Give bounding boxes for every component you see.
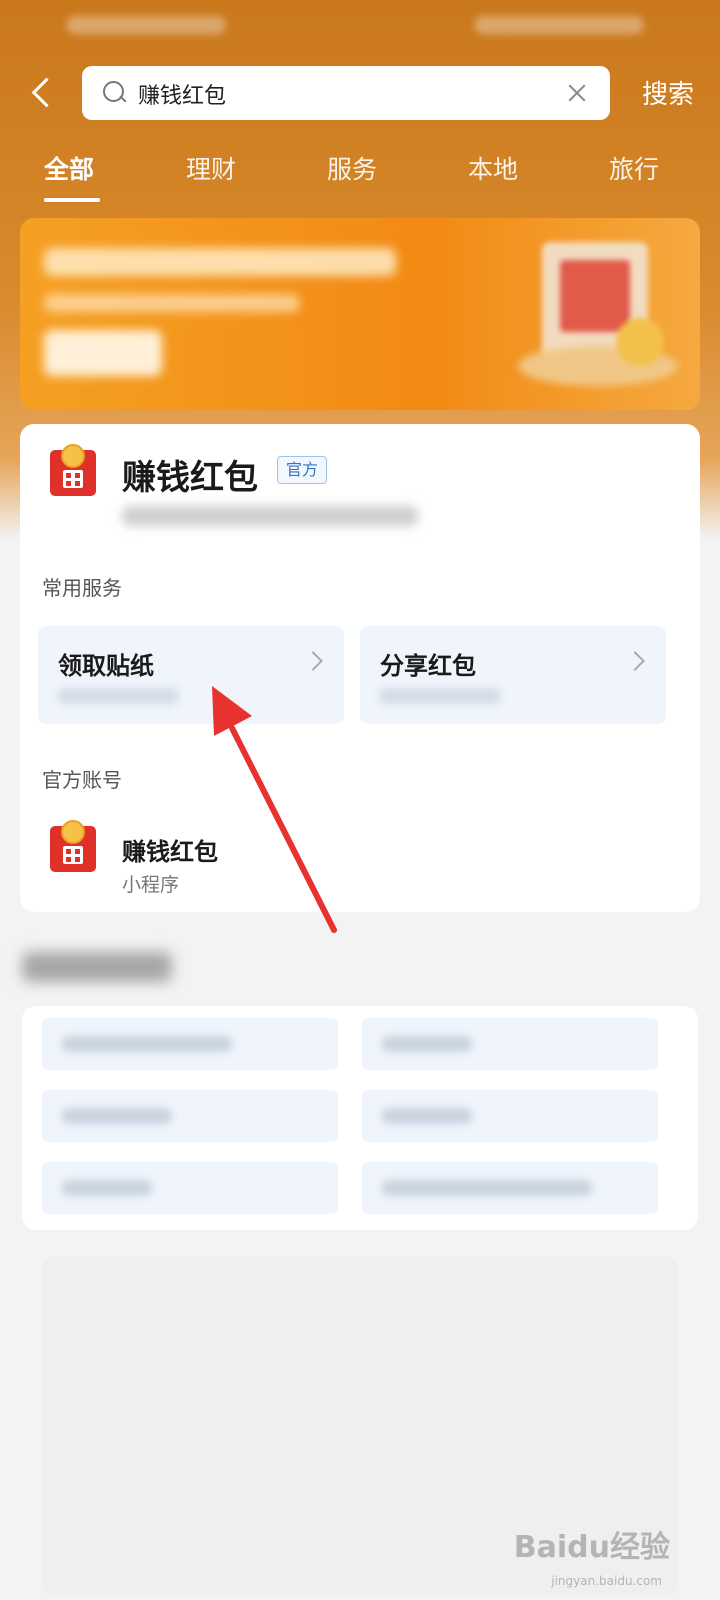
account-name: 赚钱红包: [122, 838, 218, 866]
official-badge: 官方: [277, 456, 328, 484]
popular-search-item[interactable]: [42, 1018, 338, 1070]
popular-search-item[interactable]: [42, 1162, 338, 1214]
service-label: 分享红包: [380, 652, 476, 680]
status-bar: [0, 0, 720, 50]
watermark-logo: Baidu经验: [513, 1530, 670, 1565]
popular-search-item[interactable]: [362, 1018, 658, 1070]
popular-search-item[interactable]: [42, 1090, 338, 1142]
search-query: 赚钱红包: [138, 84, 227, 109]
official-account-label: 官方账号: [42, 768, 122, 792]
back-button[interactable]: [24, 72, 64, 112]
search-button[interactable]: 搜索: [642, 74, 694, 111]
result-description: [122, 506, 418, 526]
account-type: 小程序: [122, 874, 180, 896]
result-title[interactable]: 赚钱红包: [122, 450, 258, 499]
tab-travel[interactable]: 旅行: [609, 150, 659, 186]
tab-finance[interactable]: 理财: [186, 150, 236, 186]
promo-banner[interactable]: [20, 218, 700, 410]
service-get-stickers[interactable]: 领取贴纸: [38, 626, 344, 724]
service-share-red-packet[interactable]: 分享红包: [360, 626, 666, 724]
popular-searches-card: [22, 1006, 698, 1230]
service-label: 领取贴纸: [58, 652, 154, 680]
red-packet-logo-icon: [50, 444, 96, 496]
tab-all[interactable]: 全部: [44, 150, 94, 186]
popular-searches-title: [22, 952, 172, 982]
chevron-right-icon: [303, 651, 323, 671]
popular-search-item[interactable]: [362, 1090, 658, 1142]
red-packet-logo-icon: [50, 820, 96, 872]
category-tabs: 全部 理财 服务 本地 旅行: [0, 150, 720, 210]
search-icon: [102, 80, 128, 106]
clear-icon[interactable]: [566, 82, 588, 104]
chevron-right-icon: [625, 651, 645, 671]
tab-local[interactable]: 本地: [468, 150, 518, 186]
watermark-url: jingyan.baidu.com: [551, 1574, 662, 1588]
common-services-label: 常用服务: [42, 576, 122, 600]
tab-services[interactable]: 服务: [327, 150, 377, 186]
search-row: 赚钱红包 搜索: [0, 64, 720, 120]
search-input[interactable]: 赚钱红包: [82, 66, 610, 120]
popular-search-item[interactable]: [362, 1162, 658, 1214]
search-result-card: 赚钱红包 官方 常用服务 领取贴纸 分享红包 官方账号 赚钱红包 小程序: [20, 424, 700, 912]
promo-cta-button[interactable]: [44, 330, 162, 376]
active-tab-indicator: [44, 198, 100, 202]
